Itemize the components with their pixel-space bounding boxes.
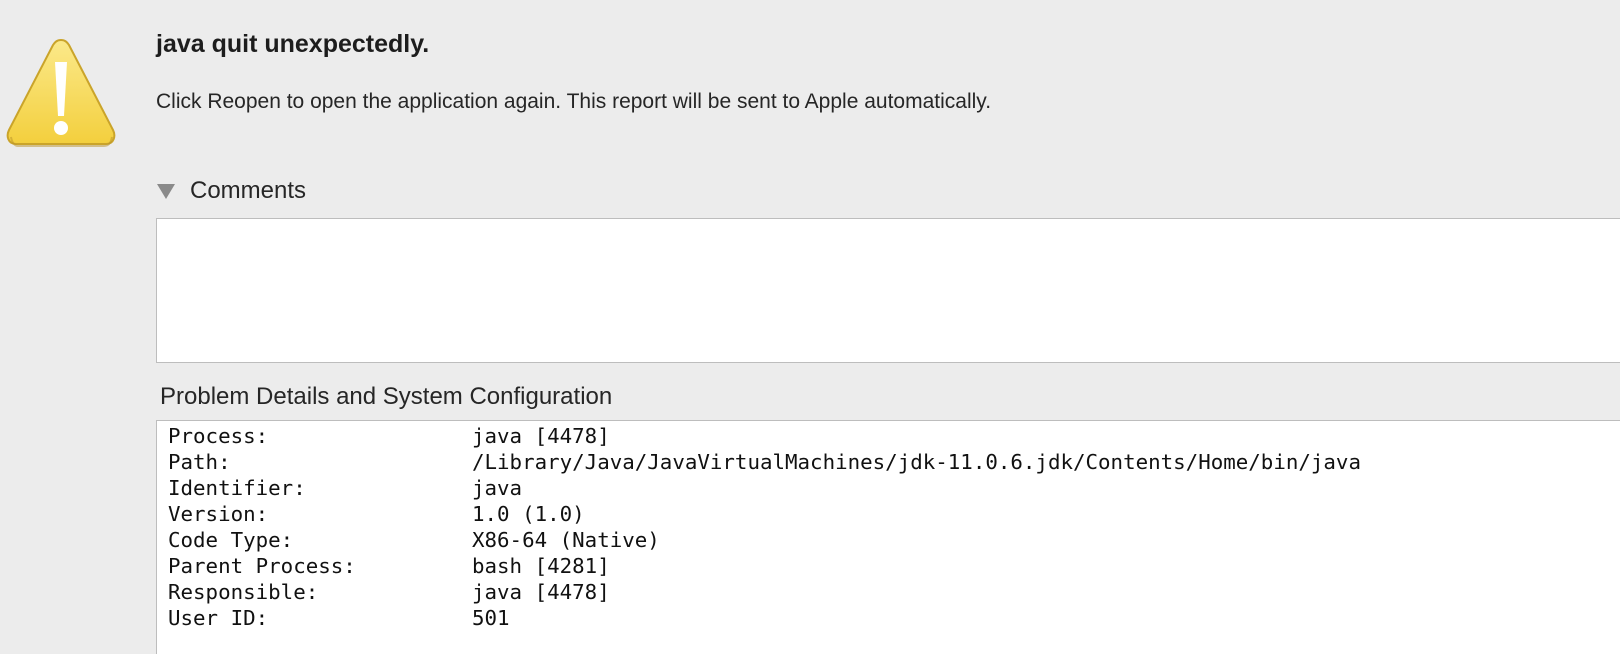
detail-row: Path: /Library/Java/JavaVirtualMachines/… <box>168 449 1620 475</box>
detail-value: /Library/Java/JavaVirtualMachines/jdk-11… <box>472 450 1361 474</box>
detail-value: X86-64 (Native) <box>472 528 660 552</box>
detail-row: Code Type: X86-64 (Native) <box>168 527 1620 553</box>
detail-key: Path: <box>168 450 231 474</box>
details-label: Problem Details and System Configuration <box>160 383 613 410</box>
comments-field[interactable] <box>156 218 1620 363</box>
detail-key: User ID: <box>168 606 269 630</box>
detail-value: java [4478] <box>472 424 610 448</box>
detail-value: 501 <box>472 606 510 630</box>
comments-label: Comments <box>190 177 307 204</box>
detail-value: java [4478] <box>472 580 610 604</box>
comments-disclosure[interactable]: Comments <box>157 174 306 208</box>
detail-row: Identifier: java <box>168 475 1620 501</box>
detail-key: Parent Process: <box>168 554 356 578</box>
detail-key: Process: <box>168 424 269 448</box>
detail-row: Process: java [4478] <box>168 423 1620 449</box>
dialog-message: Click Reopen to open the application aga… <box>156 90 992 113</box>
crash-report-dialog: java quit unexpectedly. Click Reopen to … <box>0 0 1620 654</box>
detail-row: Version: 1.0 (1.0) <box>168 501 1620 527</box>
dialog-title: java quit unexpectedly. <box>156 30 430 58</box>
detail-key: Code Type: <box>168 528 294 552</box>
detail-key: Identifier: <box>168 476 306 500</box>
detail-row: User ID: 501 <box>168 605 1620 631</box>
warning-icon <box>4 34 118 150</box>
detail-key: Version: <box>168 502 269 526</box>
detail-row: Responsible: java [4478] <box>168 579 1620 605</box>
detail-row: Parent Process: bash [4281] <box>168 553 1620 579</box>
detail-value: 1.0 (1.0) <box>472 502 585 526</box>
disclosure-triangle-icon[interactable] <box>157 183 175 199</box>
details-text-area[interactable]: Process: java [4478] Path: /Library/Java… <box>156 420 1620 654</box>
detail-value: bash [4281] <box>472 554 610 578</box>
detail-key: Responsible: <box>168 580 319 604</box>
detail-value: java <box>472 476 523 500</box>
